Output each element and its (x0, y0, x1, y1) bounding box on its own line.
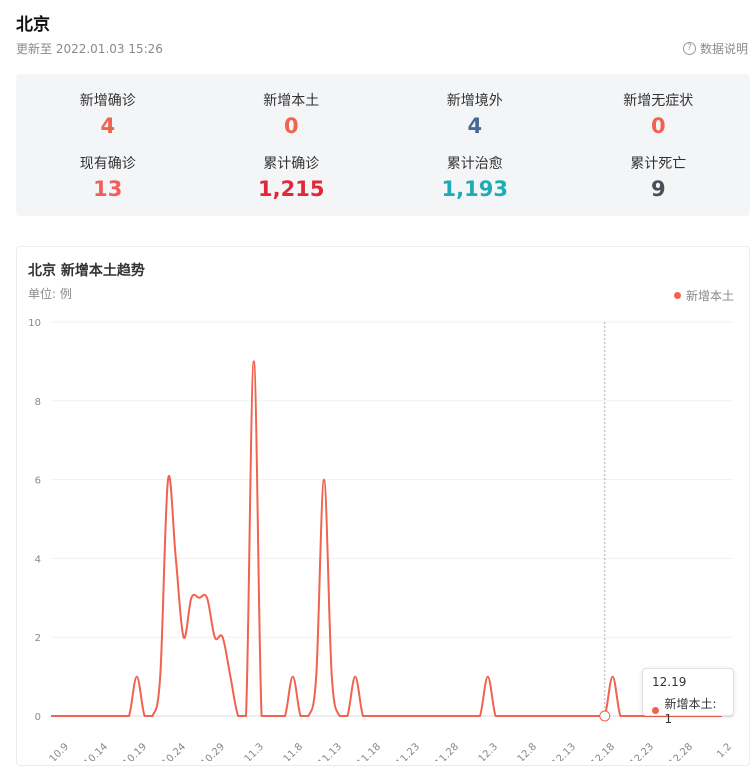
y-tick-label: 6 (35, 476, 41, 487)
tooltip-date: 12.19 (652, 675, 687, 689)
x-tick-label: 12.3 (477, 741, 501, 761)
x-tick-label: 12.8 (516, 741, 540, 761)
y-axis: 0 2 4 6 8 10 (28, 318, 41, 723)
highlight-point (599, 710, 611, 722)
x-tick-label: 10.19 (121, 741, 149, 761)
x-tick-label: 11.28 (433, 741, 461, 761)
x-tick-label: 10.24 (160, 741, 188, 761)
chart-tooltip: 12.19 新增本土: 1 (642, 668, 734, 726)
x-tick-label: 12.28 (667, 741, 695, 761)
x-tick-label: 12.13 (550, 741, 578, 761)
x-tick-label: 11.13 (316, 741, 344, 761)
y-tick-label: 8 (35, 397, 41, 408)
x-tick-label: 11.3 (243, 741, 267, 761)
x-tick-label: 11.23 (394, 741, 422, 761)
x-tick-label: 11.8 (282, 741, 306, 761)
y-tick-label: 2 (35, 633, 41, 644)
series-line-layer (51, 360, 722, 722)
x-tick-label: 12.18 (589, 741, 617, 761)
grid-lines (51, 321, 733, 717)
series-line (51, 360, 722, 717)
tooltip-row: 新增本土: 1 (652, 695, 724, 726)
x-tick-label: 10.29 (199, 741, 227, 761)
trend-line-chart[interactable]: 0 2 4 6 8 10 10.9 10.14 10.19 10.24 10.29 11.3 11.8… (0, 0, 756, 761)
x-tick-label: 1.2 (715, 741, 734, 760)
x-tick-label: 10.9 (48, 741, 72, 761)
y-tick-label: 10 (28, 318, 41, 329)
x-tick-label: 11.18 (355, 741, 383, 761)
x-tick-label: 10.14 (82, 741, 110, 761)
x-tick-label: 12.23 (628, 741, 656, 761)
y-tick-label: 0 (35, 712, 41, 723)
y-tick-label: 4 (35, 554, 41, 565)
tooltip-value: 新增本土: 1 (664, 697, 717, 726)
x-axis: 10.9 10.14 10.19 10.24 10.29 11.3 11.8 11.13 11.… (48, 741, 735, 761)
tooltip-dot-icon (652, 707, 659, 714)
